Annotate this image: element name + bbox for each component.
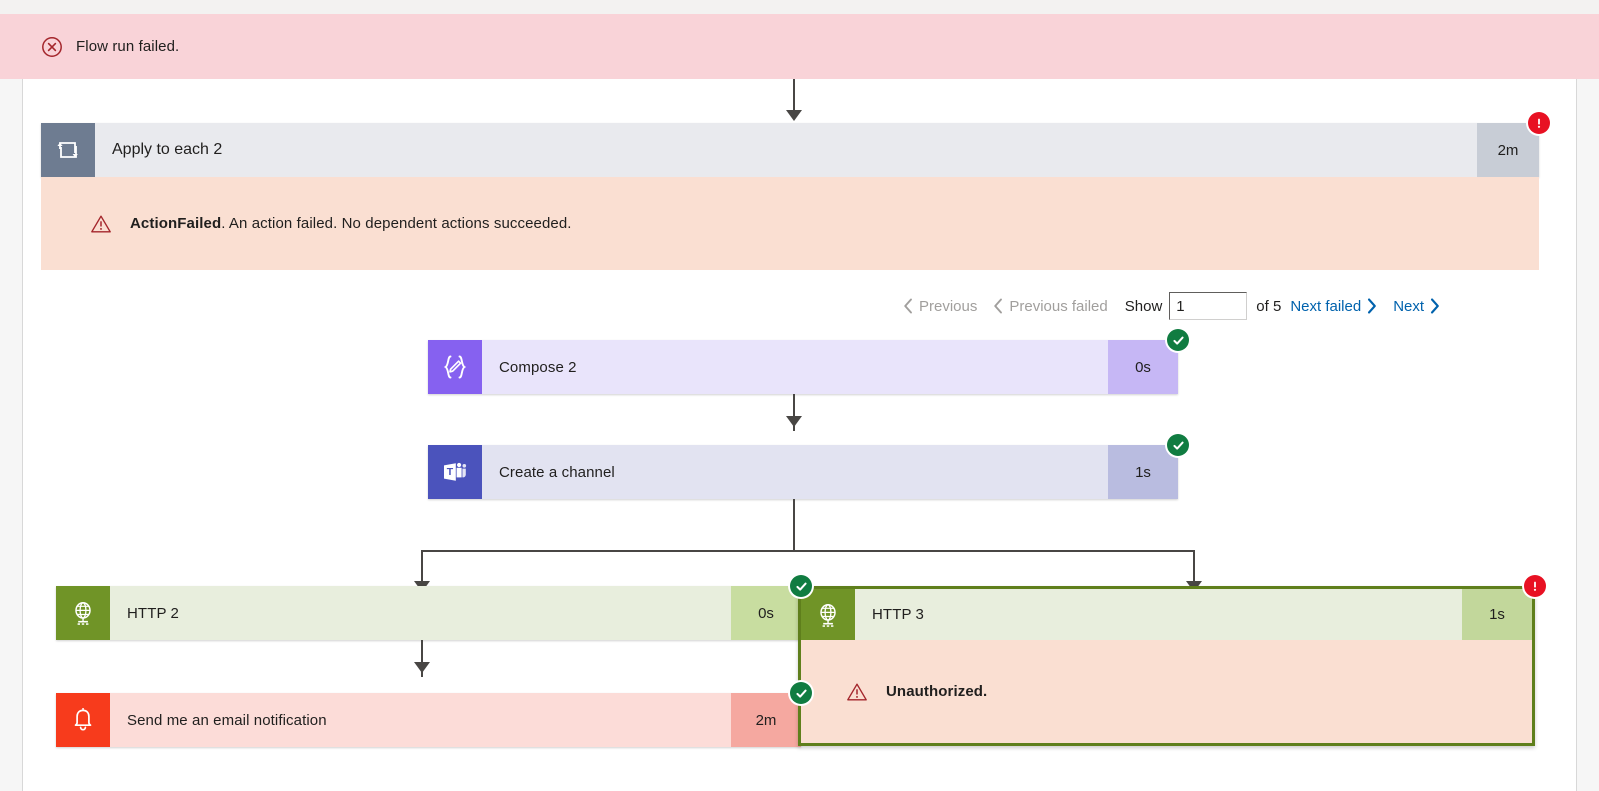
action-duration: 2m (731, 693, 801, 747)
action-duration: 1s (1108, 445, 1178, 499)
http-globe-icon (801, 589, 855, 640)
pager-next-failed-label: Next failed (1290, 297, 1362, 315)
status-badge-succeeded (1167, 329, 1189, 351)
action-title: Compose 2 (482, 340, 1108, 394)
http-3-selection-frame: HTTP 3 1s Unauthorized. (798, 586, 1535, 746)
action-card-http-2[interactable]: HTTP 2 0s (56, 575, 812, 640)
pager-next-failed-button[interactable]: Next failed (1290, 298, 1377, 315)
pager-next-button[interactable]: Next (1393, 298, 1440, 315)
chevron-right-icon (1430, 298, 1439, 314)
microsoft-teams-icon: T (428, 445, 482, 499)
action-duration: 0s (731, 586, 801, 640)
top-breadcrumb-strip (0, 0, 1599, 14)
action-title: Send me an email notification (110, 693, 731, 747)
chevron-left-icon (904, 298, 912, 314)
flow-failure-banner-text: Flow run failed. (76, 38, 180, 55)
compose-braces-pencil-icon (428, 340, 482, 394)
action-duration: 0s (1108, 340, 1178, 394)
action-card-apply-to-each-2[interactable]: Apply to each 2 2m (41, 112, 1550, 177)
scope-title: Apply to each 2 (112, 141, 223, 158)
scope-error-message: ActionFailed. An action failed. No depen… (130, 215, 572, 232)
pager-previous-failed-button[interactable]: Previous failed (993, 297, 1108, 315)
action-card-compose-2[interactable]: Compose 2 0s (428, 329, 1189, 394)
pager-show-label: Show (1124, 297, 1163, 315)
svg-text:T: T (447, 466, 454, 478)
pager-previous-button[interactable]: Previous (903, 298, 977, 315)
http-globe-icon (56, 586, 110, 640)
action-card-create-a-channel[interactable]: T Create a channel 1s (428, 434, 1189, 499)
flow-canvas: Apply to each 2 2m ActionFailed. An acti… (23, 79, 1576, 791)
action-title: Create a channel (482, 445, 1108, 499)
status-badge-failed (1528, 112, 1550, 134)
pager-previous-failed-label: Previous failed (1009, 297, 1108, 315)
scope-header[interactable]: Apply to each 2 2m (41, 123, 1539, 177)
action-title: HTTP 3 (855, 589, 1462, 640)
flow-failure-banner: Flow run failed. (0, 14, 1599, 79)
status-badge-succeeded (1167, 434, 1189, 456)
pager-previous-label: Previous (919, 297, 978, 315)
http-3-error-panel: Unauthorized. (801, 640, 1532, 743)
scope-error-code: ActionFailed (130, 215, 222, 232)
http-3-error-message: Unauthorized. (886, 683, 988, 700)
action-card-send-email-notification[interactable]: Send me an email notification 2m (56, 682, 812, 747)
chevron-right-icon (1368, 298, 1377, 314)
canvas-gutter-right (1576, 79, 1599, 791)
scope-error-panel: ActionFailed. An action failed. No depen… (41, 177, 1539, 270)
notification-bell-icon (56, 693, 110, 747)
pager-total-label: of 5 (1256, 297, 1282, 315)
flow-run-details-page: Flow run failed. Apply to each 2 2m Acti… (0, 0, 1599, 791)
warning-triangle-icon (90, 214, 112, 234)
action-title: HTTP 2 (110, 586, 731, 640)
status-badge-succeeded (790, 682, 812, 704)
loop-repeat-icon (41, 123, 95, 177)
status-badge-succeeded (790, 575, 812, 597)
action-duration: 1s (1462, 589, 1532, 640)
status-badge-failed (1524, 575, 1546, 597)
chevron-left-icon (994, 298, 1003, 314)
warning-triangle-icon (846, 682, 868, 702)
scope-duration: 2m (1477, 123, 1539, 177)
canvas-gutter-left (0, 79, 23, 791)
iteration-pager: Previous Previous failed Show of 5 Next … (903, 292, 1440, 320)
pager-next-label: Next (1393, 297, 1425, 315)
pager-page-input[interactable] (1169, 292, 1248, 320)
error-circle-x-icon (41, 36, 63, 58)
action-card-http-3[interactable]: HTTP 3 1s Unauthorized. (798, 575, 1546, 746)
scope-error-text: . An action failed. No dependent actions… (221, 215, 572, 232)
